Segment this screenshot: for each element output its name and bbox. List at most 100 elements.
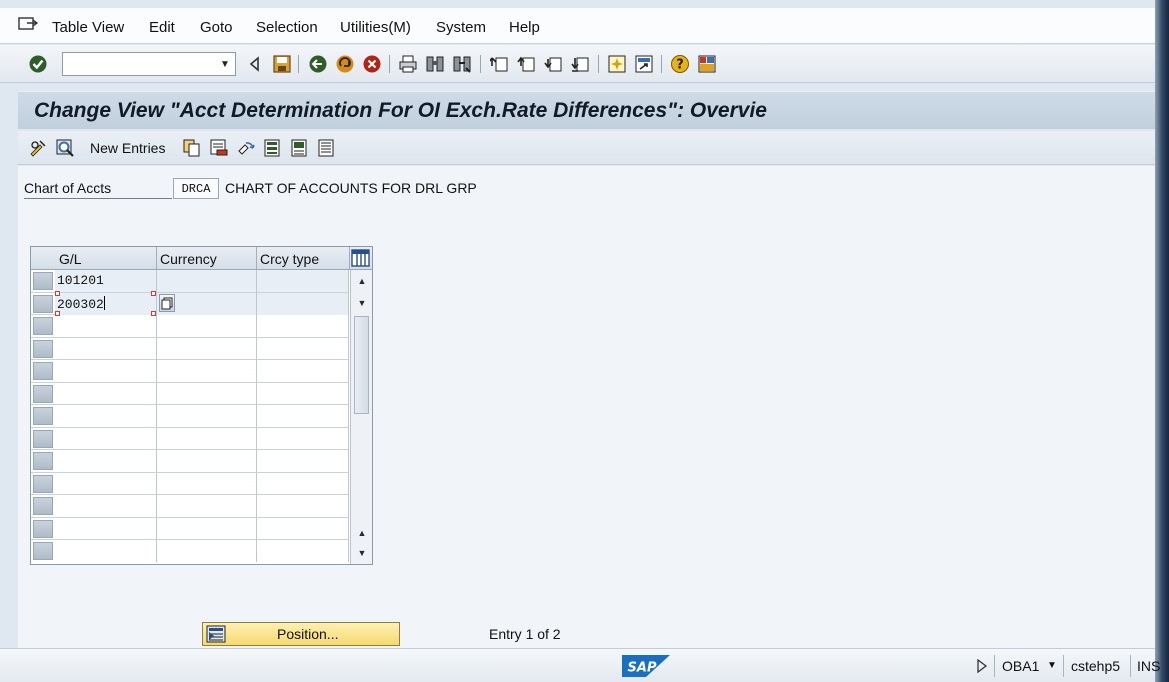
crcy-type-cell[interactable] xyxy=(257,405,349,427)
currency-cell[interactable] xyxy=(157,382,257,405)
currency-cell[interactable] xyxy=(157,495,257,517)
menu-selection[interactable]: Selection xyxy=(256,19,318,36)
row-selector[interactable] xyxy=(33,519,53,538)
crcy-type-cell[interactable] xyxy=(257,450,349,472)
row-selector[interactable] xyxy=(33,272,53,290)
crcy-type-cell[interactable] xyxy=(257,292,349,315)
gl-cell[interactable] xyxy=(55,405,157,427)
gl-cell[interactable]: 200302 xyxy=(55,292,157,315)
command-field[interactable]: ▼ xyxy=(62,52,236,76)
select-block-icon[interactable] xyxy=(290,138,310,158)
menu-utilities[interactable]: Utilities(M) xyxy=(340,19,411,36)
gl-cell[interactable] xyxy=(55,540,157,562)
last-page-icon[interactable] xyxy=(571,54,591,74)
row-selector[interactable] xyxy=(33,474,53,493)
find-icon[interactable] xyxy=(425,54,445,74)
column-header-crcy-type[interactable]: Crcy type xyxy=(260,251,319,267)
row-selector[interactable] xyxy=(33,429,53,448)
crcy-type-cell[interactable] xyxy=(257,517,349,540)
currency-cell[interactable] xyxy=(157,405,257,427)
currency-cell[interactable] xyxy=(157,315,257,337)
menu-help[interactable]: Help xyxy=(509,19,540,36)
row-selector[interactable] xyxy=(33,317,53,335)
new-entries-button[interactable]: New Entries xyxy=(90,140,165,156)
currency-cell[interactable] xyxy=(157,472,257,495)
row-selector[interactable] xyxy=(33,294,53,313)
crcy-type-cell[interactable] xyxy=(257,495,349,517)
cancel-icon[interactable] xyxy=(362,54,382,74)
crcy-type-cell[interactable] xyxy=(257,360,349,382)
save-icon[interactable] xyxy=(272,54,292,74)
print-icon[interactable] xyxy=(398,54,418,74)
column-header-gl[interactable]: G/L xyxy=(59,251,82,267)
gl-cell[interactable] xyxy=(55,517,157,540)
exit-icon[interactable] xyxy=(335,54,355,74)
row-selector[interactable] xyxy=(33,339,53,358)
back-arrow-icon[interactable] xyxy=(245,54,265,74)
currency-cell[interactable] xyxy=(157,450,257,472)
gl-cell[interactable]: 101201 xyxy=(55,270,157,292)
position-button[interactable]: Position... xyxy=(202,622,400,646)
help-icon[interactable]: ? xyxy=(670,54,690,74)
create-session-icon[interactable] xyxy=(607,54,627,74)
crcy-type-cell[interactable] xyxy=(257,382,349,405)
chevron-down-icon[interactable]: ▼ xyxy=(218,55,232,73)
row-selector[interactable] xyxy=(33,497,53,515)
gl-cell[interactable] xyxy=(55,450,157,472)
menu-table-view[interactable]: Table View xyxy=(52,19,124,36)
chevron-down-icon[interactable]: ▼ xyxy=(1047,660,1057,671)
prev-page-icon[interactable] xyxy=(517,54,537,74)
first-page-icon[interactable] xyxy=(490,54,510,74)
currency-cell[interactable] xyxy=(157,337,257,360)
status-expand-icon[interactable] xyxy=(976,659,988,673)
gl-cell[interactable] xyxy=(55,427,157,450)
scroll-thumb[interactable] xyxy=(354,316,369,414)
gl-cell[interactable] xyxy=(55,382,157,405)
row-selector[interactable] xyxy=(33,362,53,380)
currency-cell[interactable] xyxy=(157,360,257,382)
row-selector[interactable] xyxy=(33,542,53,560)
display-change-icon[interactable] xyxy=(28,138,48,158)
gl-cell[interactable] xyxy=(55,360,157,382)
row-selector[interactable] xyxy=(33,452,53,470)
copy-as-icon[interactable] xyxy=(182,138,202,158)
scroll-page-down-icon[interactable]: ▼ xyxy=(355,546,369,560)
system-menu-icon[interactable] xyxy=(18,16,38,32)
undo-change-icon[interactable] xyxy=(236,138,256,158)
crcy-type-cell[interactable] xyxy=(257,337,349,360)
scroll-page-up-icon[interactable]: ▲ xyxy=(355,526,369,540)
back-icon[interactable] xyxy=(308,54,328,74)
currency-cell[interactable] xyxy=(157,540,257,562)
menu-goto[interactable]: Goto xyxy=(200,19,233,36)
display-icon[interactable] xyxy=(55,138,75,158)
deselect-all-icon[interactable] xyxy=(317,138,337,158)
scroll-up-icon[interactable]: ▲ xyxy=(355,274,369,288)
input-mode[interactable]: INS xyxy=(1137,658,1160,674)
crcy-type-cell[interactable] xyxy=(257,315,349,337)
scroll-down-icon[interactable]: ▼ xyxy=(355,296,369,310)
currency-cell[interactable] xyxy=(157,270,257,292)
row-selector[interactable] xyxy=(33,384,53,403)
column-header-currency[interactable]: Currency xyxy=(160,251,217,267)
value-help-button[interactable] xyxy=(159,293,175,312)
next-page-icon[interactable] xyxy=(544,54,564,74)
crcy-type-cell[interactable] xyxy=(257,472,349,495)
table-settings-icon[interactable] xyxy=(351,249,370,267)
gl-cell[interactable] xyxy=(55,337,157,360)
delete-icon[interactable] xyxy=(209,138,229,158)
menu-system[interactable]: System xyxy=(436,19,486,36)
crcy-type-cell[interactable] xyxy=(257,270,349,292)
gl-cell[interactable] xyxy=(55,315,157,337)
shortcut-icon[interactable] xyxy=(634,54,654,74)
menu-edit[interactable]: Edit xyxy=(149,19,175,36)
vertical-scrollbar[interactable]: ▲ ▼ ▲ ▼ xyxy=(350,270,372,564)
gl-cell[interactable] xyxy=(55,495,157,517)
gl-cell[interactable] xyxy=(55,472,157,495)
row-selector[interactable] xyxy=(33,407,53,425)
find-next-icon[interactable] xyxy=(452,54,472,74)
currency-cell[interactable] xyxy=(157,517,257,540)
select-all-icon[interactable] xyxy=(263,138,283,158)
crcy-type-cell[interactable] xyxy=(257,427,349,450)
currency-cell[interactable] xyxy=(157,427,257,450)
enter-icon[interactable] xyxy=(28,54,48,74)
